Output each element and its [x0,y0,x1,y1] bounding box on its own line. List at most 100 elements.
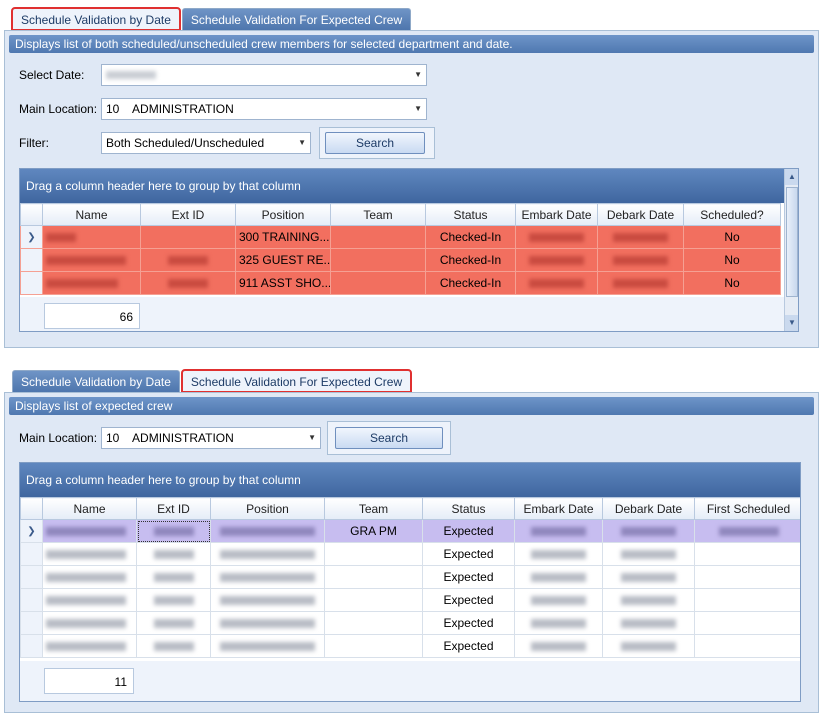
debark-date-cell[interactable] [597,248,684,272]
scheduled-cell[interactable]: No [683,225,781,249]
team-cell[interactable] [330,225,426,249]
position-cell[interactable] [210,519,325,543]
embark-date-cell[interactable] [514,542,603,566]
column-header-status[interactable]: Status [425,203,516,226]
scroll-up-icon[interactable]: ▲ [785,169,798,185]
column-header-debark-date[interactable]: Debark Date [597,203,684,226]
status-cell[interactable]: Checked-In [425,225,516,249]
status-cell[interactable]: Checked-In [425,248,516,272]
debark-date-cell[interactable] [602,588,695,612]
debark-date-cell[interactable] [602,634,695,658]
column-header-debark-date[interactable]: Debark Date [602,497,695,520]
embark-date-cell[interactable] [514,611,603,635]
column-header-embark-date[interactable]: Embark Date [514,497,603,520]
column-header-name[interactable]: Name [42,497,137,520]
position-cell[interactable] [210,542,325,566]
table-row[interactable]: Expected [20,611,800,635]
table-row[interactable]: Expected [20,588,800,612]
ext-id-cell[interactable] [140,225,236,249]
name-cell[interactable] [42,634,137,658]
debark-date-cell[interactable] [602,519,695,543]
name-cell[interactable] [42,565,137,589]
column-header-team[interactable]: Team [330,203,426,226]
status-cell[interactable]: Expected [422,611,515,635]
scroll-down-icon[interactable]: ▼ [785,315,798,331]
status-cell[interactable]: Expected [422,542,515,566]
team-cell[interactable] [330,248,426,272]
position-cell[interactable]: 911 ASST SHO... [235,271,331,295]
debark-date-cell[interactable] [602,611,695,635]
column-header-team[interactable]: Team [324,497,423,520]
scheduled-cell[interactable]: No [683,271,781,295]
name-cell[interactable] [42,225,141,249]
name-cell[interactable] [42,588,137,612]
scheduled-cell[interactable]: No [683,248,781,272]
status-cell[interactable]: Expected [422,588,515,612]
status-cell[interactable]: Expected [422,519,515,543]
team-cell[interactable] [330,271,426,295]
column-header-name[interactable]: Name [42,203,141,226]
column-header-embark-date[interactable]: Embark Date [515,203,598,226]
name-cell[interactable] [42,611,137,635]
status-cell[interactable]: Expected [422,634,515,658]
embark-date-cell[interactable] [514,588,603,612]
column-header-position[interactable]: Position [235,203,331,226]
name-cell[interactable] [42,271,141,295]
position-cell[interactable] [210,565,325,589]
position-cell[interactable]: 300 TRAINING... [235,225,331,249]
table-row[interactable]: ❯ GRA PM Expected [20,519,800,543]
column-header-first-scheduled[interactable]: First Scheduled [694,497,800,520]
team-cell[interactable]: GRA PM [324,519,423,543]
tab-schedule-validation-expected-crew[interactable]: Schedule Validation For Expected Crew [180,369,413,393]
embark-date-cell[interactable] [514,634,603,658]
team-cell[interactable] [324,634,423,658]
scroll-thumb[interactable] [786,187,798,297]
position-cell[interactable] [210,588,325,612]
position-cell[interactable] [210,611,325,635]
ext-id-cell[interactable] [140,248,236,272]
filter-select[interactable]: Both Scheduled/Unscheduled ▼ [101,132,311,154]
first-scheduled-cell[interactable] [694,634,800,658]
name-cell[interactable] [42,519,137,543]
column-header-position[interactable]: Position [210,497,325,520]
table-row[interactable]: Expected [20,634,800,658]
status-cell[interactable]: Checked-In [425,271,516,295]
select-date-field[interactable]: ▼ [101,64,427,86]
table-row[interactable]: ❯ 300 TRAINING... Checked-In No [20,225,781,249]
tab-schedule-validation-expected-crew[interactable]: Schedule Validation For Expected Crew [181,8,412,30]
position-cell[interactable] [210,634,325,658]
table-row[interactable]: Expected [20,565,800,589]
debark-date-cell[interactable] [602,565,695,589]
first-scheduled-cell[interactable] [694,565,800,589]
debark-date-cell[interactable] [602,542,695,566]
debark-date-cell[interactable] [597,225,684,249]
name-cell[interactable] [42,248,141,272]
status-cell[interactable]: Expected [422,565,515,589]
ext-id-cell[interactable] [136,565,211,589]
first-scheduled-cell[interactable] [694,519,800,543]
vertical-scrollbar[interactable]: ▲ ▼ [784,169,798,331]
ext-id-cell[interactable] [136,519,211,543]
search-button[interactable]: Search [335,427,443,449]
column-header-ext-id[interactable]: Ext ID [136,497,211,520]
embark-date-cell[interactable] [515,271,598,295]
team-cell[interactable] [324,588,423,612]
ext-id-cell[interactable] [136,588,211,612]
column-header-scheduled[interactable]: Scheduled? [683,203,781,226]
search-button[interactable]: Search [325,132,425,154]
table-row[interactable]: 911 ASST SHO... Checked-In No [20,271,781,295]
ext-id-cell[interactable] [136,611,211,635]
main-location-select[interactable]: 10 ADMINISTRATION ▼ [101,427,321,449]
first-scheduled-cell[interactable] [694,611,800,635]
first-scheduled-cell[interactable] [694,542,800,566]
column-header-status[interactable]: Status [422,497,515,520]
embark-date-cell[interactable] [515,225,598,249]
table-row[interactable]: 325 GUEST RE... Checked-In No [20,248,781,272]
table-row[interactable]: Expected [20,542,800,566]
embark-date-cell[interactable] [515,248,598,272]
name-cell[interactable] [42,542,137,566]
team-cell[interactable] [324,611,423,635]
first-scheduled-cell[interactable] [694,588,800,612]
embark-date-cell[interactable] [514,519,603,543]
column-header-ext-id[interactable]: Ext ID [140,203,236,226]
